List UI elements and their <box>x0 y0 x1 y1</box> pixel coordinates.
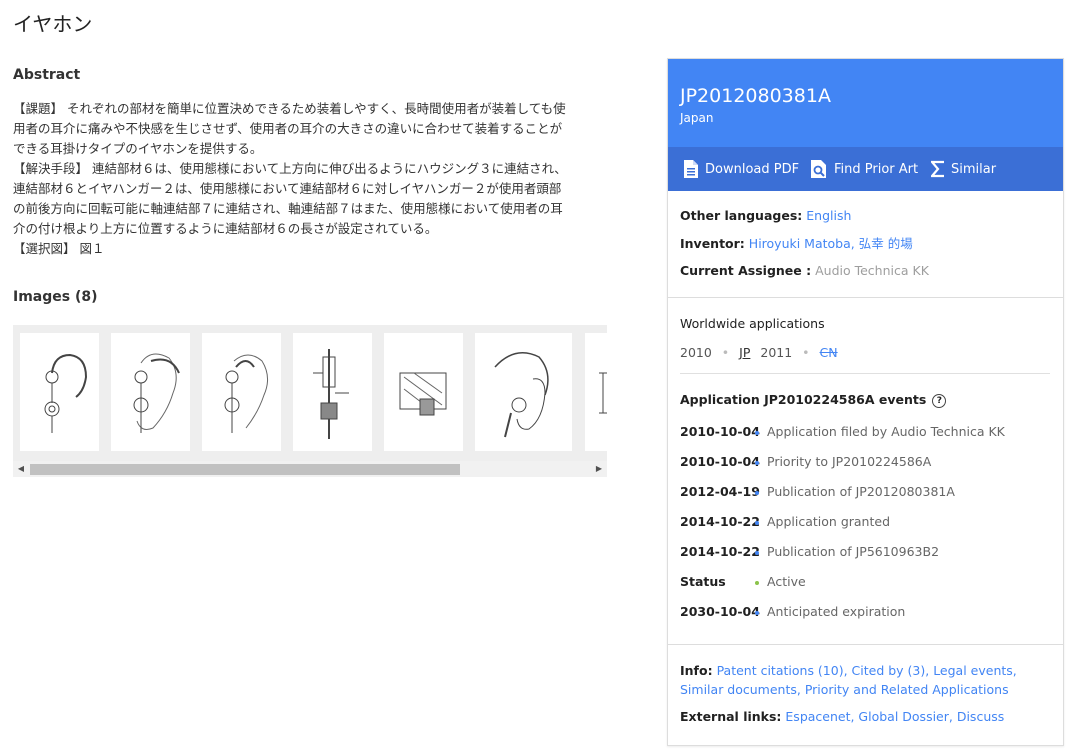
divider <box>668 297 1063 298</box>
horizontal-scrollbar[interactable]: ◀ ▶ <box>13 461 607 477</box>
image-thumbnail[interactable] <box>475 333 573 451</box>
worldwide-applications-row: 2010 • JP 2011 • CN <box>680 345 844 360</box>
image-thumbnail[interactable] <box>293 333 373 451</box>
images-heading: Images (8) <box>13 289 98 305</box>
event-row: 2012-04-19 Publication of JP2012080381A <box>680 484 955 499</box>
page-title: イヤホン <box>13 12 93 36</box>
abstract-heading: Abstract <box>13 67 81 83</box>
action-bar: Download PDF Find Prior Art Similar <box>668 147 1063 191</box>
worldwide-jp-link[interactable]: JP <box>739 345 750 360</box>
status-row: Status Active <box>680 574 806 589</box>
info-links[interactable]: Patent citations (10), Cited by (3), Leg… <box>680 663 1017 697</box>
event-row: 2014-10-22 Application granted <box>680 514 890 529</box>
patent-info-panel: JP2012080381A Japan Download PDF Find Pr… <box>667 58 1064 746</box>
info-row: Info: Patent citations (10), Cited by (3… <box>680 661 1050 699</box>
inventor-label: Inventor: <box>680 236 745 251</box>
other-languages-label: Other languages: <box>680 208 803 223</box>
separator-dot: • <box>802 345 810 360</box>
abstract-text: 【課題】 それぞれの部材を簡単に位置決めできるため装着しやすく、長時間使用者が装… <box>13 101 567 256</box>
event-row: 2030-10-04 Anticipated expiration <box>680 604 906 619</box>
event-row: 2014-10-22 Publication of JP5610963B2 <box>680 544 940 559</box>
document-icon <box>684 160 698 178</box>
country: Japan <box>680 111 714 125</box>
patent-number: JP2012080381A <box>680 85 831 107</box>
search-document-icon <box>811 160 826 178</box>
worldwide-year-2011: 2011 <box>760 345 793 360</box>
other-languages-link[interactable]: English <box>806 208 851 223</box>
worldwide-year-2010: 2010 <box>680 345 712 360</box>
find-prior-art-label: Find Prior Art <box>834 161 919 177</box>
image-thumbnail[interactable] <box>384 333 464 451</box>
events-heading: Application JP2010224586A events? <box>680 392 947 408</box>
help-icon[interactable]: ? <box>932 393 947 408</box>
download-pdf-button[interactable]: Download PDF <box>683 147 799 191</box>
image-thumbnail[interactable] <box>202 333 282 451</box>
panel-header: JP2012080381A Japan <box>668 59 1063 147</box>
similar-label: Similar <box>951 161 997 177</box>
inventor-link[interactable]: Hiroyuki Matoba, 弘幸 的場 <box>749 236 913 251</box>
worldwide-heading: Worldwide applications <box>680 316 825 331</box>
external-links-label: External links: <box>680 709 782 724</box>
divider <box>668 644 1063 645</box>
scroll-right-arrow-icon[interactable]: ▶ <box>591 461 607 477</box>
download-pdf-label: Download PDF <box>705 161 800 177</box>
scroll-left-arrow-icon[interactable]: ◀ <box>13 461 29 477</box>
assignee-row: Current Assignee : Audio Technica KK <box>680 261 929 281</box>
assignee-value: Audio Technica KK <box>815 263 929 278</box>
image-carousel: ◀ ▶ <box>13 325 607 477</box>
event-row: 2010-10-04 Application filed by Audio Tec… <box>680 424 1005 439</box>
other-languages-row: Other languages: English <box>680 206 851 226</box>
image-thumbnail[interactable] <box>111 333 191 451</box>
sigma-icon <box>931 160 944 178</box>
divider <box>680 373 1050 374</box>
image-thumbnail[interactable] <box>20 333 99 451</box>
separator-dot: • <box>721 345 730 360</box>
find-prior-art-button[interactable]: Find Prior Art <box>810 147 918 191</box>
status-badge: Active <box>767 574 806 589</box>
inventor-row: Inventor: Hiroyuki Matoba, 弘幸 的場 <box>680 234 913 254</box>
event-row: 2010-10-04 Priority to JP2010224586A <box>680 454 932 469</box>
external-links[interactable]: Espacenet, Global Dossier, Discuss <box>785 709 1004 724</box>
info-label: Info: <box>680 663 713 678</box>
assignee-label: Current Assignee : <box>680 263 812 278</box>
image-thumbnail[interactable] <box>584 333 607 451</box>
similar-button[interactable]: Similar <box>931 147 996 191</box>
external-links-row: External links: Espacenet, Global Dossie… <box>680 709 1004 724</box>
worldwide-cn-link[interactable]: CN <box>820 345 838 360</box>
scrollbar-thumb[interactable] <box>30 464 460 475</box>
